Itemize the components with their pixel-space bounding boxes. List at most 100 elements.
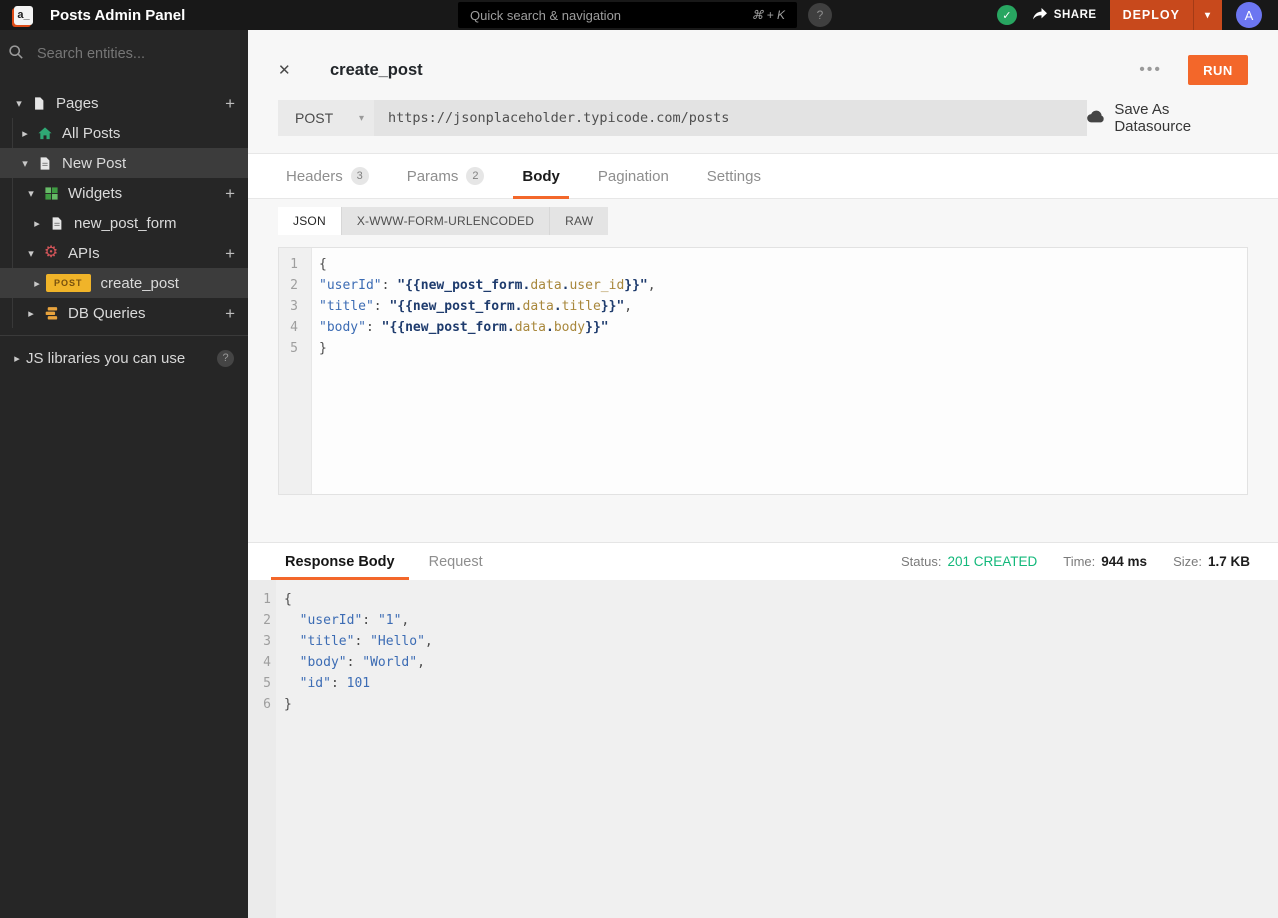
entity-search-input[interactable]: Search entities... (0, 30, 248, 78)
tab-params[interactable]: Params 2 (388, 154, 504, 198)
caret-down-icon[interactable]: ▾ (22, 187, 40, 200)
code-text[interactable]: "userId": "1", (276, 610, 410, 631)
apis-icon: ⚙ (43, 244, 59, 261)
share-button[interactable]: SHARE (1032, 7, 1097, 23)
code-token: data (514, 320, 546, 335)
more-options-button[interactable]: ••• (1139, 61, 1162, 79)
avatar[interactable]: A (1236, 2, 1262, 28)
tab-label: Pagination (597, 167, 669, 185)
sidebar-item-label: All Posts (62, 124, 121, 142)
sidebar-item-js-libraries[interactable]: ▸ JS libraries you can use ? (0, 343, 248, 373)
code-text[interactable]: "id": 101 (276, 673, 370, 694)
size-label: Size: (1173, 554, 1202, 569)
tab-headers[interactable]: Headers 3 (267, 154, 388, 198)
code-token: "body" (299, 655, 347, 670)
code-token: , (401, 613, 410, 628)
app-logo[interactable]: a_ (14, 5, 33, 25)
sidebar-item-label: DB Queries (68, 304, 146, 322)
caret-down-icon[interactable]: ▾ (16, 157, 34, 170)
deploy-button[interactable]: DEPLOY ▾ (1109, 0, 1222, 30)
code-token: title (561, 299, 601, 314)
status-label: Status: (900, 554, 942, 569)
tab-label: Settings (706, 167, 761, 185)
code-text[interactable]: "title": "Hello", (276, 631, 433, 652)
response-meta: Status: 201 CREATED Time: 944 ms Size: 1… (901, 543, 1278, 580)
save-as-datasource-button[interactable]: Save As Datasource (1087, 101, 1248, 135)
help-icon[interactable]: ? (217, 349, 234, 367)
caret-right-icon[interactable]: ▸ (22, 307, 40, 320)
response-status: Status: 201 CREATED (901, 554, 1037, 569)
response-code-lines: 1{2 "userId": "1", 3 "title": "Hello", 4 "… (248, 589, 1278, 715)
tab-json[interactable]: JSON (278, 207, 341, 235)
code-line: 2 "userId": "{{new_post_form.data.user_id… (279, 275, 1247, 296)
http-method-select[interactable]: POST ▾ (278, 100, 375, 136)
sidebar-item-apis[interactable]: ▾ ⚙ APIs + (0, 238, 248, 268)
code-text[interactable]: "body": "{{new_post_form.data.body}}" (311, 317, 609, 338)
run-button[interactable]: RUN (1188, 55, 1248, 85)
tab-settings[interactable]: Settings (688, 154, 780, 198)
chevron-down-icon[interactable]: ▾ (1194, 10, 1222, 21)
tab-x-www-form-urlencoded[interactable]: X-WWW-FORM-URLENCODED (340, 207, 549, 235)
code-token: "body" (319, 320, 366, 335)
sidebar-item-db-queries[interactable]: ▸ DB Queries + (0, 298, 248, 328)
code-line: 4 "body": "{{new_post_form.data.body}}" (279, 317, 1247, 338)
caret-right-icon[interactable]: ▸ (28, 277, 46, 290)
api-name-title: create_post (330, 60, 423, 79)
code-text[interactable]: "title": "{{new_post_form.data.title}}", (311, 296, 632, 317)
caret-down-icon[interactable]: ▾ (10, 97, 28, 110)
code-text[interactable]: } (311, 338, 327, 359)
add-entity-button[interactable]: + (225, 95, 235, 112)
caret-right-icon[interactable]: ▸ (16, 127, 34, 140)
code-line: 1{ (279, 254, 1247, 275)
tab-label: RAW (565, 214, 594, 228)
status-value: 201 CREATED (947, 554, 1038, 569)
code-line: 4 "body": "World", (248, 652, 1278, 673)
js-libraries-label: JS libraries you can use (26, 349, 186, 367)
response-body-viewer[interactable]: 1{2 "userId": "1", 3 "title": "Hello", 4 "… (248, 580, 1278, 918)
code-token: . (546, 320, 554, 335)
code-token: , (624, 299, 633, 314)
tab-raw[interactable]: RAW (549, 207, 608, 235)
tab-pagination[interactable]: Pagination (579, 154, 688, 198)
response-header: Response Body Request Status: 201 CREATED… (248, 542, 1278, 580)
sidebar-item-new-post[interactable]: ▾ New Post (0, 148, 248, 178)
line-number: 3 (263, 634, 271, 649)
caret-down-icon[interactable]: ▾ (22, 247, 40, 260)
code-text[interactable]: { (276, 589, 292, 610)
tab-body[interactable]: Body (503, 154, 579, 199)
sidebar-item-label: Widgets (68, 184, 123, 202)
add-entity-button[interactable]: + (225, 245, 235, 262)
code-token: user_id (569, 278, 625, 293)
top-bar: a_ Posts Admin Panel Quick search & navi… (0, 0, 1278, 30)
code-text[interactable]: } (276, 694, 292, 715)
close-icon[interactable]: ✕ (278, 61, 298, 79)
add-entity-button[interactable]: + (225, 305, 235, 322)
caret-right-icon[interactable]: ▸ (28, 217, 46, 230)
tab-label: Body (522, 167, 560, 185)
sidebar-item-pages[interactable]: ▾ Pages + (0, 88, 248, 118)
sidebar-item-new-post-form[interactable]: ▸ new_post_form (0, 208, 248, 238)
api-editor-pane: ✕ create_post ••• RUN POST ▾ https://jso… (248, 30, 1278, 918)
code-line: 6} (248, 694, 1278, 715)
add-entity-button[interactable]: + (225, 185, 235, 202)
code-text[interactable]: "userId": "{{new_post_form.data.user_id}… (311, 275, 656, 296)
code-text[interactable]: "body": "World", (276, 652, 425, 673)
deploy-label: DEPLOY (1122, 8, 1180, 22)
code-text[interactable]: { (311, 254, 327, 275)
code-token: } (319, 341, 327, 356)
tab-request[interactable]: Request (412, 543, 500, 580)
code-token: : (346, 655, 363, 670)
code-token: "title" (319, 299, 374, 314)
quick-search-input[interactable]: Quick search & navigation ⌘ + K (458, 2, 797, 28)
caret-right-icon[interactable]: ▸ (8, 352, 26, 365)
code-token: "id" (299, 676, 331, 691)
sidebar-item-all-posts[interactable]: ▸ All Posts (0, 118, 248, 148)
request-body-editor[interactable]: 1{2 "userId": "{{new_post_form.data.user_… (278, 247, 1248, 495)
url-input[interactable]: https://jsonplaceholder.typicode.com/pos… (374, 100, 1088, 136)
tab-response-body[interactable]: Response Body (268, 543, 412, 580)
help-button[interactable]: ? (808, 3, 832, 27)
sidebar-item-widgets[interactable]: ▾ Widgets + (0, 178, 248, 208)
line-number: 1 (290, 257, 298, 272)
sidebar-item-create-post[interactable]: ▸ POST create_post (0, 268, 248, 298)
code-line: 5} (279, 338, 1247, 359)
